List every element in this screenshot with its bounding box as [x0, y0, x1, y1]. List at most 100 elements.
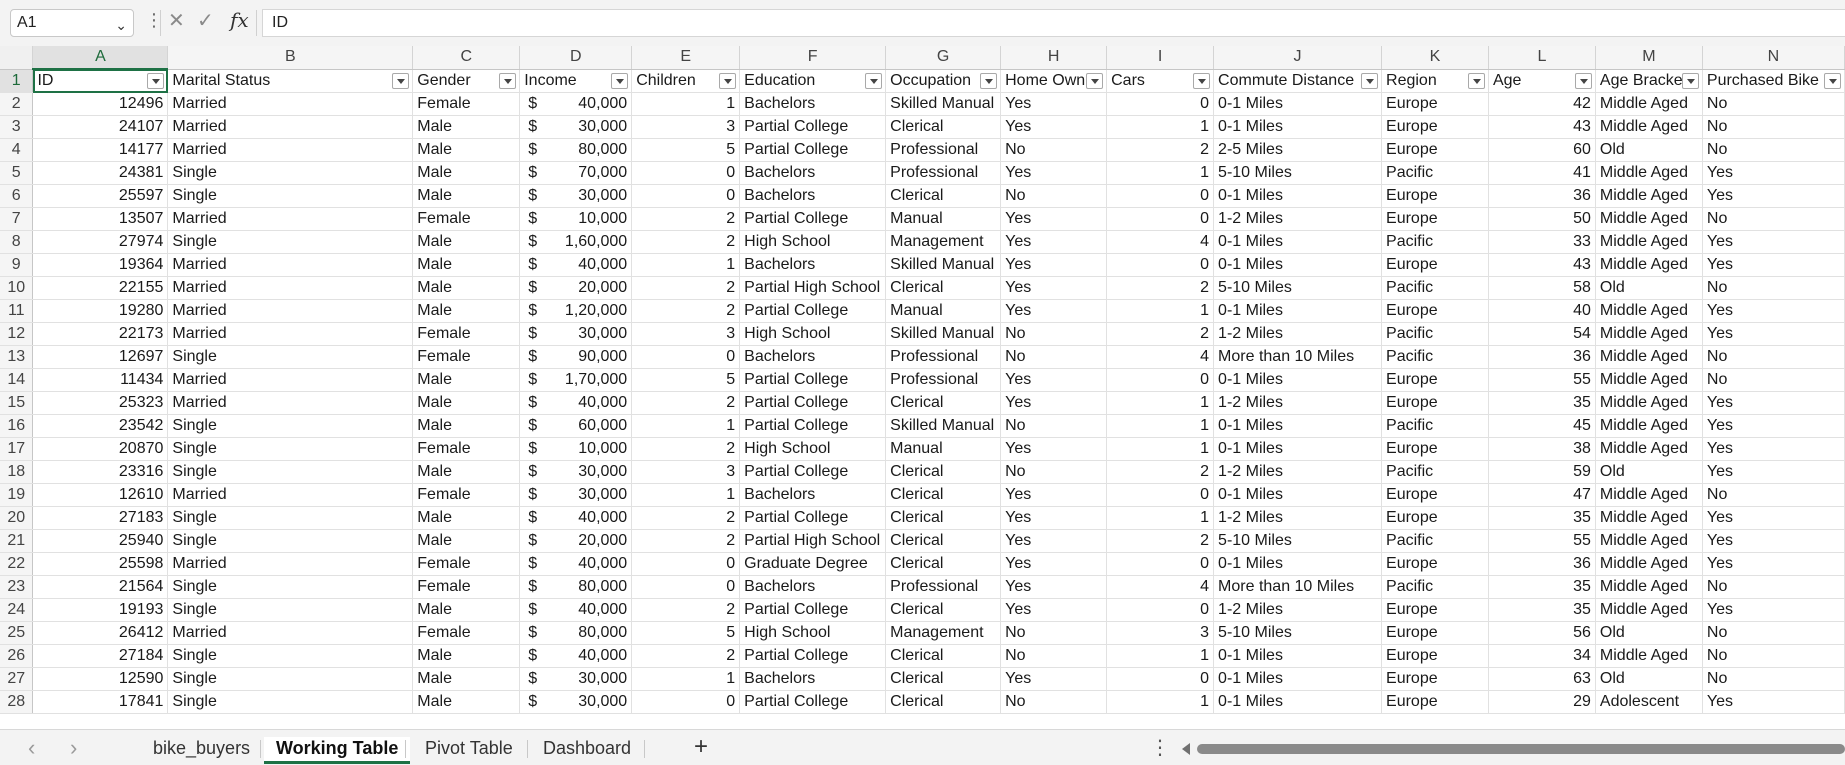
table-cell[interactable]: 43 [1488, 253, 1596, 277]
table-cell[interactable]: Married [167, 368, 414, 392]
table-cell[interactable]: High School [739, 437, 887, 461]
table-cell[interactable]: Europe [1381, 437, 1489, 461]
table-cell[interactable]: Married [167, 322, 414, 346]
filter-dropdown-icon[interactable] [1467, 72, 1485, 89]
column-header-k[interactable]: K [1381, 46, 1489, 70]
table-cell[interactable]: No [1000, 690, 1108, 714]
spreadsheet-grid[interactable]: ABCDEFGHIJKLMN 1 ID Marital Status Gender In… [0, 46, 1845, 729]
table-cell[interactable]: Middle Aged [1595, 552, 1703, 576]
table-cell[interactable]: Female [412, 345, 521, 369]
table-cell[interactable]: 55 [1488, 529, 1596, 553]
table-cell[interactable]: No [1000, 184, 1108, 208]
table-cell[interactable]: Clerical [885, 552, 1002, 576]
table-cell[interactable]: Yes [1702, 391, 1845, 415]
table-cell[interactable]: Single [167, 437, 414, 461]
table-cell[interactable]: 2 [1106, 529, 1215, 553]
table-cell[interactable]: 0 [631, 184, 741, 208]
table-cell[interactable]: Single [167, 529, 414, 553]
table-cell[interactable]: 5-10 Miles [1213, 529, 1383, 553]
table-cell[interactable]: Married [167, 276, 414, 300]
table-cell[interactable]: 2 [631, 276, 741, 300]
table-cell[interactable]: Bachelors [739, 92, 887, 116]
table-cell[interactable]: 0 [1106, 253, 1215, 277]
filter-dropdown-icon[interactable] [865, 72, 883, 89]
table-cell[interactable]: 1 [1106, 644, 1215, 668]
table-cell[interactable]: 34 [1488, 644, 1596, 668]
filter-dropdown-icon[interactable] [1361, 72, 1379, 89]
table-cell[interactable]: No [1000, 460, 1108, 484]
table-cell[interactable]: 24381 [32, 161, 169, 185]
table-cell[interactable]: 22155 [32, 276, 169, 300]
row-header[interactable]: 14 [0, 368, 34, 392]
table-cell[interactable]: Old [1595, 138, 1703, 162]
table-cell[interactable]: Single [167, 644, 414, 668]
table-cell[interactable]: Clerical [885, 667, 1002, 691]
name-box[interactable]: A1 ⌄ [10, 9, 134, 37]
table-cell[interactable]: Yes [1000, 598, 1108, 622]
table-cell[interactable]: 2 [631, 529, 741, 553]
table-cell[interactable]: $1,70,000 [519, 368, 633, 392]
tab-working-table[interactable]: Working Table [264, 737, 411, 764]
table-cell[interactable]: 11434 [32, 368, 169, 392]
table-cell[interactable]: Yes [1000, 276, 1108, 300]
table-cell[interactable]: 4 [1106, 345, 1215, 369]
table-cell[interactable]: Yes [1702, 322, 1845, 346]
table-cell[interactable]: 55 [1488, 368, 1596, 392]
table-cell[interactable]: Middle Aged [1595, 483, 1703, 507]
table-cell[interactable]: 19280 [32, 299, 169, 323]
table-cell[interactable]: Partial High School [739, 276, 887, 300]
table-cell[interactable]: 19193 [32, 598, 169, 622]
table-cell[interactable]: No [1702, 575, 1845, 599]
row-header[interactable]: 26 [0, 644, 34, 668]
table-cell[interactable]: High School [739, 322, 887, 346]
table-cell[interactable]: Married [167, 483, 414, 507]
table-cell[interactable]: 1 [1106, 506, 1215, 530]
table-cell[interactable]: 35 [1488, 598, 1596, 622]
table-cell[interactable]: Married [167, 92, 414, 116]
table-cell[interactable]: Male [412, 184, 521, 208]
table-cell[interactable]: Partial College [739, 138, 887, 162]
table-cell[interactable]: 14177 [32, 138, 169, 162]
filter-dropdown-icon[interactable] [611, 72, 629, 89]
table-cell[interactable]: Clerical [885, 276, 1002, 300]
row-header[interactable]: 11 [0, 299, 34, 323]
table-cell[interactable]: Bachelors [739, 184, 887, 208]
table-cell[interactable]: 4 [1106, 230, 1215, 254]
table-cell[interactable]: 23316 [32, 460, 169, 484]
table-cell[interactable]: 19364 [32, 253, 169, 277]
table-cell[interactable]: Yes [1000, 391, 1108, 415]
table-cell[interactable]: Manual [885, 437, 1002, 461]
tab-pivot-table[interactable]: Pivot Table [413, 737, 525, 759]
table-cell[interactable]: 5-10 Miles [1213, 621, 1383, 645]
table-cell[interactable]: 0-1 Miles [1213, 253, 1383, 277]
table-cell[interactable]: Single [167, 460, 414, 484]
header-cell[interactable]: Purchased Bike [1702, 69, 1845, 93]
table-cell[interactable]: Europe [1381, 621, 1489, 645]
table-cell[interactable]: Yes [1000, 253, 1108, 277]
table-cell[interactable]: No [1000, 345, 1108, 369]
table-cell[interactable]: Female [412, 575, 521, 599]
table-cell[interactable]: 54 [1488, 322, 1596, 346]
table-cell[interactable]: Yes [1702, 414, 1845, 438]
table-cell[interactable]: Partial College [739, 368, 887, 392]
table-cell[interactable]: Adolescent [1595, 690, 1703, 714]
table-cell[interactable]: $80,000 [519, 621, 633, 645]
table-cell[interactable]: 22173 [32, 322, 169, 346]
table-cell[interactable]: Male [412, 529, 521, 553]
row-header[interactable]: 7 [0, 207, 34, 231]
table-cell[interactable]: Yes [1000, 667, 1108, 691]
table-cell[interactable]: Yes [1702, 552, 1845, 576]
table-cell[interactable]: $40,000 [519, 92, 633, 116]
filter-dropdown-icon[interactable] [1681, 72, 1699, 89]
table-cell[interactable]: 0 [631, 575, 741, 599]
row-header[interactable]: 10 [0, 276, 34, 300]
table-cell[interactable]: Pacific [1381, 230, 1489, 254]
table-cell[interactable]: Male [412, 230, 521, 254]
table-cell[interactable]: 1 [631, 92, 741, 116]
table-cell[interactable]: Single [167, 161, 414, 185]
table-cell[interactable]: Single [167, 667, 414, 691]
table-cell[interactable]: 29 [1488, 690, 1596, 714]
table-cell[interactable]: Skilled Manual [885, 253, 1002, 277]
table-cell[interactable]: 12496 [32, 92, 169, 116]
table-cell[interactable]: Manual [885, 299, 1002, 323]
